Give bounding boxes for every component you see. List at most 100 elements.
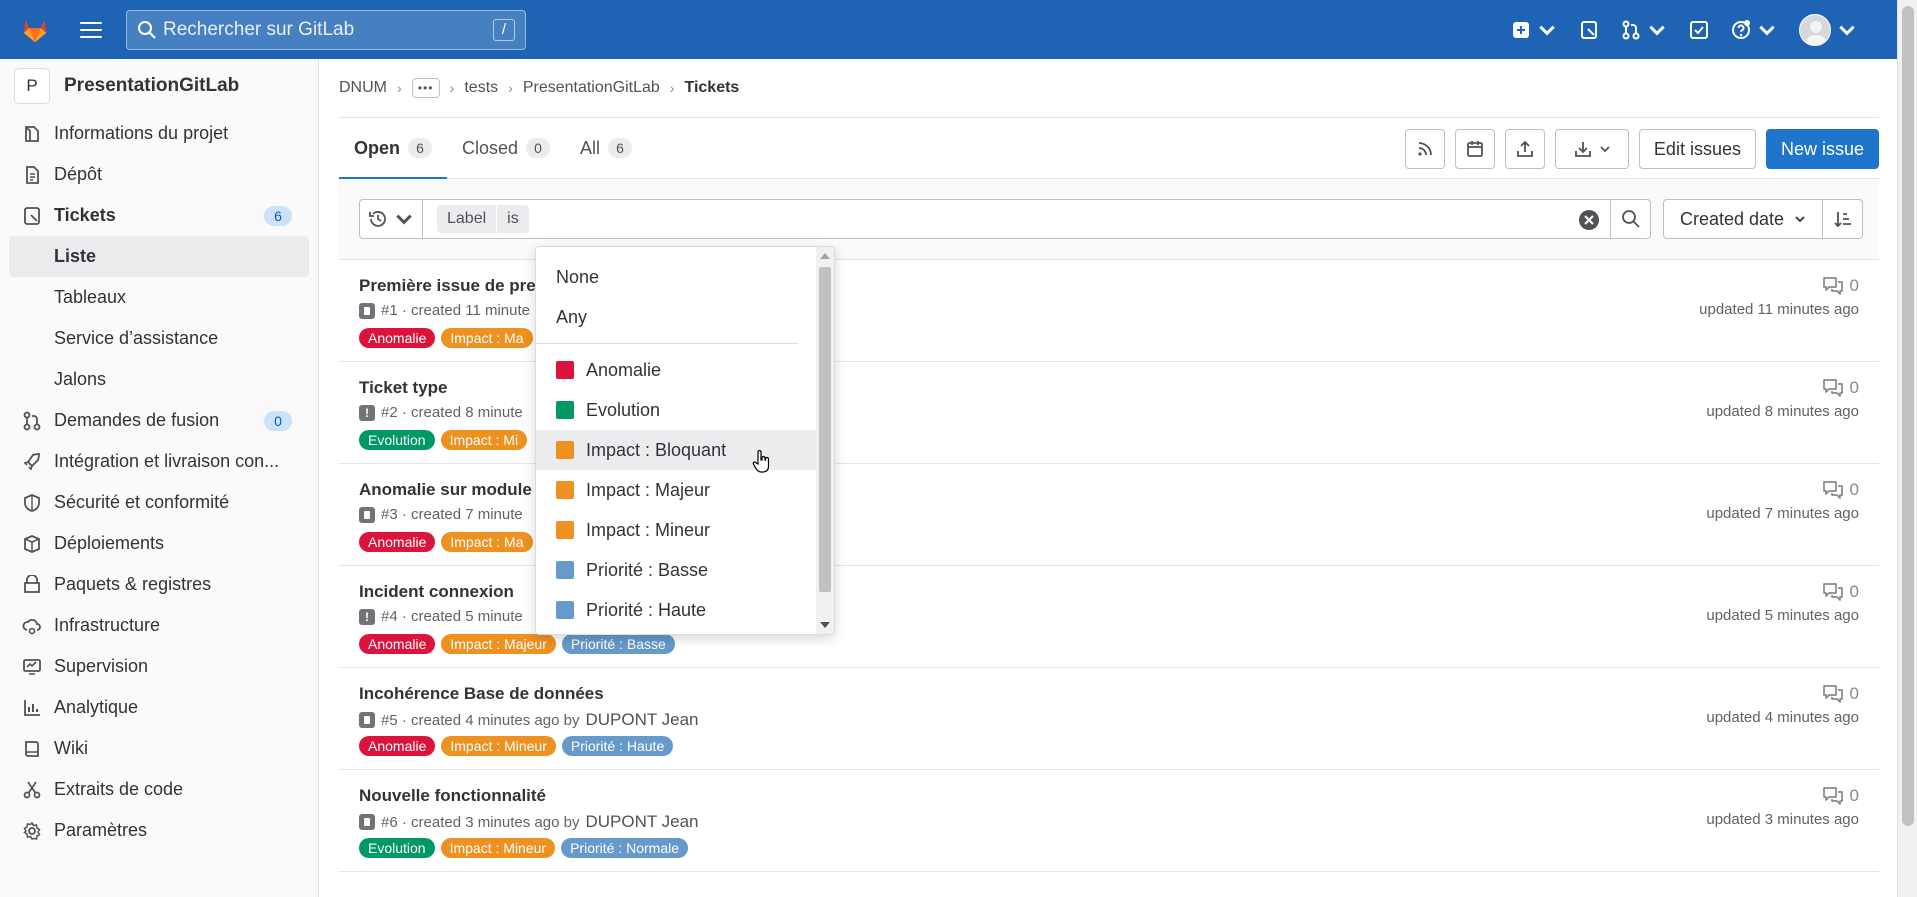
recent-searches-button[interactable] [359,199,423,239]
issue-labels: Evolution Impact : Mi [359,430,528,450]
dropdown-label-option[interactable]: Priorité : Basse [536,550,818,590]
issue-label[interactable]: Priorité : Basse [561,634,675,654]
issue-label[interactable]: Anomalie [359,328,436,348]
sidebar-item-monitor[interactable]: Supervision [0,646,318,687]
todos-button[interactable] [1689,20,1709,40]
search-input[interactable]: Rechercher sur GitLab / [126,9,526,50]
issue-author[interactable]: DUPONT Jean [585,812,698,832]
breadcrumb-more-button[interactable]: ••• [411,78,440,98]
issue-title[interactable]: Ticket type [359,378,448,398]
issue-label[interactable]: Impact : Majeur [441,634,556,654]
dropdown-label-option[interactable]: Priorité : Haute [536,590,818,630]
tab-count: 6 [408,138,433,158]
rss-button[interactable] [1404,129,1445,169]
issues-shortcut-button[interactable] [1579,20,1599,40]
breadcrumb-item-current[interactable]: Tickets [684,79,739,97]
issue-row[interactable]: Incohérence Base de données #5 · created… [339,668,1879,770]
issue-label[interactable]: Evolution [359,430,435,450]
dropdown-item-none[interactable]: None [536,257,818,297]
issue-title[interactable]: Incohérence Base de données [359,684,604,704]
issue-label[interactable]: Impact : Mineur [441,736,556,756]
sort-dropdown[interactable]: Created date [1663,199,1823,239]
issue-title[interactable]: Première issue de pre [359,276,536,296]
menu-icon[interactable] [80,21,102,38]
sidebar-item-settings[interactable]: Paramètres [0,810,318,851]
dropdown-label-option[interactable]: Impact : Majeur [536,470,818,510]
export-dropdown-button[interactable] [1554,129,1629,169]
chevron-down-icon [1600,146,1610,153]
issue-label[interactable]: Anomalie [359,532,436,552]
issue-comments[interactable]: 0 [1822,276,1859,296]
edit-issues-button[interactable]: Edit issues [1638,129,1756,169]
sidebar-item-merge-requests[interactable]: Demandes de fusion 0 [0,400,318,441]
issue-row[interactable]: Nouvelle fonctionnalité #6 · created 3 m… [339,770,1879,872]
tab-all[interactable]: All 6 [565,118,647,179]
issue-label[interactable]: Anomalie [359,736,436,756]
question-icon [1732,19,1750,39]
issue-comments[interactable]: 0 [1822,480,1859,500]
sidebar-item-security[interactable]: Sécurité et conformité [0,482,318,523]
search-submit-button[interactable] [1611,199,1651,239]
issue-title[interactable]: Anomalie sur module [359,480,532,500]
sidebar-item-label: Liste [54,246,97,266]
page-scrollbar[interactable] [1897,0,1917,897]
sidebar-item-service-desk[interactable]: Service d’assistance [0,318,318,359]
breadcrumb-item-dnum[interactable]: DNUM [339,79,387,97]
sidebar-item-boards[interactable]: Tableaux [0,277,318,318]
issue-label[interactable]: Impact : Mi [440,430,528,450]
sidebar-item-repository[interactable]: Dépôt [0,154,318,195]
sidebar-item-packages[interactable]: Paquets & registres [0,564,318,605]
sidebar-item-deployments[interactable]: Déploiements [0,523,318,564]
sidebar-item-issues[interactable]: Tickets 6 [0,195,318,236]
sidebar-item-milestones[interactable]: Jalons [0,359,318,400]
sidebar-item-wiki[interactable]: Wiki [0,728,318,769]
issue-comments[interactable]: 0 [1822,786,1859,806]
project-header[interactable]: P PresentationGitLab [0,59,318,113]
create-new-button[interactable] [1511,20,1557,40]
dropdown-scrollbar[interactable] [816,247,834,634]
dropdown-label-option[interactable]: Impact : Bloquant [536,430,818,470]
sidebar-item-snippets[interactable]: Extraits de code [0,769,318,810]
breadcrumb-item-tests[interactable]: tests [464,79,498,97]
filter-token-key[interactable]: Label [437,205,497,233]
incident-icon: ! [359,608,375,625]
dropdown-label-option[interactable]: Impact : Mineur [536,510,818,550]
dropdown-item-any[interactable]: Any [536,297,818,337]
issue-label[interactable]: Priorité : Haute [561,736,674,756]
issue-label[interactable]: Priorité : Normale [561,838,688,858]
filtered-search-input[interactable]: Label is [423,199,1611,239]
issue-label[interactable]: Anomalie [359,634,436,654]
issue-label[interactable]: Impact : Ma [441,532,533,552]
calendar-button[interactable] [1454,129,1495,169]
import-button[interactable] [1504,129,1545,169]
user-menu-button[interactable] [1799,13,1857,46]
issue-label[interactable]: Impact : Ma [441,328,533,348]
filter-token-operator[interactable]: is [497,205,529,233]
sidebar-item-project-info[interactable]: Informations du projet [0,113,318,154]
issue-title[interactable]: Incident connexion [359,582,514,602]
new-issue-button[interactable]: New issue [1765,129,1879,169]
merge-requests-shortcut-button[interactable] [1621,20,1667,40]
sidebar-item-infrastructure[interactable]: Infrastructure [0,605,318,646]
tab-closed[interactable]: Closed 0 [447,118,565,179]
help-button[interactable] [1731,19,1777,40]
issue-comments[interactable]: 0 [1822,582,1859,602]
clear-icon[interactable] [1578,209,1600,231]
merge-request-icon [23,411,41,430]
issue-title[interactable]: Nouvelle fonctionnalité [359,786,546,806]
tab-open[interactable]: Open 6 [339,118,448,180]
gitlab-logo-icon[interactable] [20,15,50,45]
dropdown-label-option[interactable]: Evolution [536,390,818,430]
label-option-text: Priorité : Basse [586,559,709,580]
breadcrumb-item-project[interactable]: PresentationGitLab [523,79,660,97]
sidebar-item-ci-cd[interactable]: Intégration et livraison con... [0,441,318,482]
issue-comments[interactable]: 0 [1822,684,1859,704]
sidebar-item-list[interactable]: Liste [9,236,309,277]
sidebar-item-analytics[interactable]: Analytique [0,687,318,728]
issue-label[interactable]: Impact : Mineur [440,838,556,858]
issue-label[interactable]: Evolution [359,838,435,858]
issue-author[interactable]: DUPONT Jean [585,710,698,730]
dropdown-label-option[interactable]: Anomalie [536,350,818,390]
issue-comments[interactable]: 0 [1822,378,1859,398]
sort-direction-button[interactable] [1823,199,1863,239]
